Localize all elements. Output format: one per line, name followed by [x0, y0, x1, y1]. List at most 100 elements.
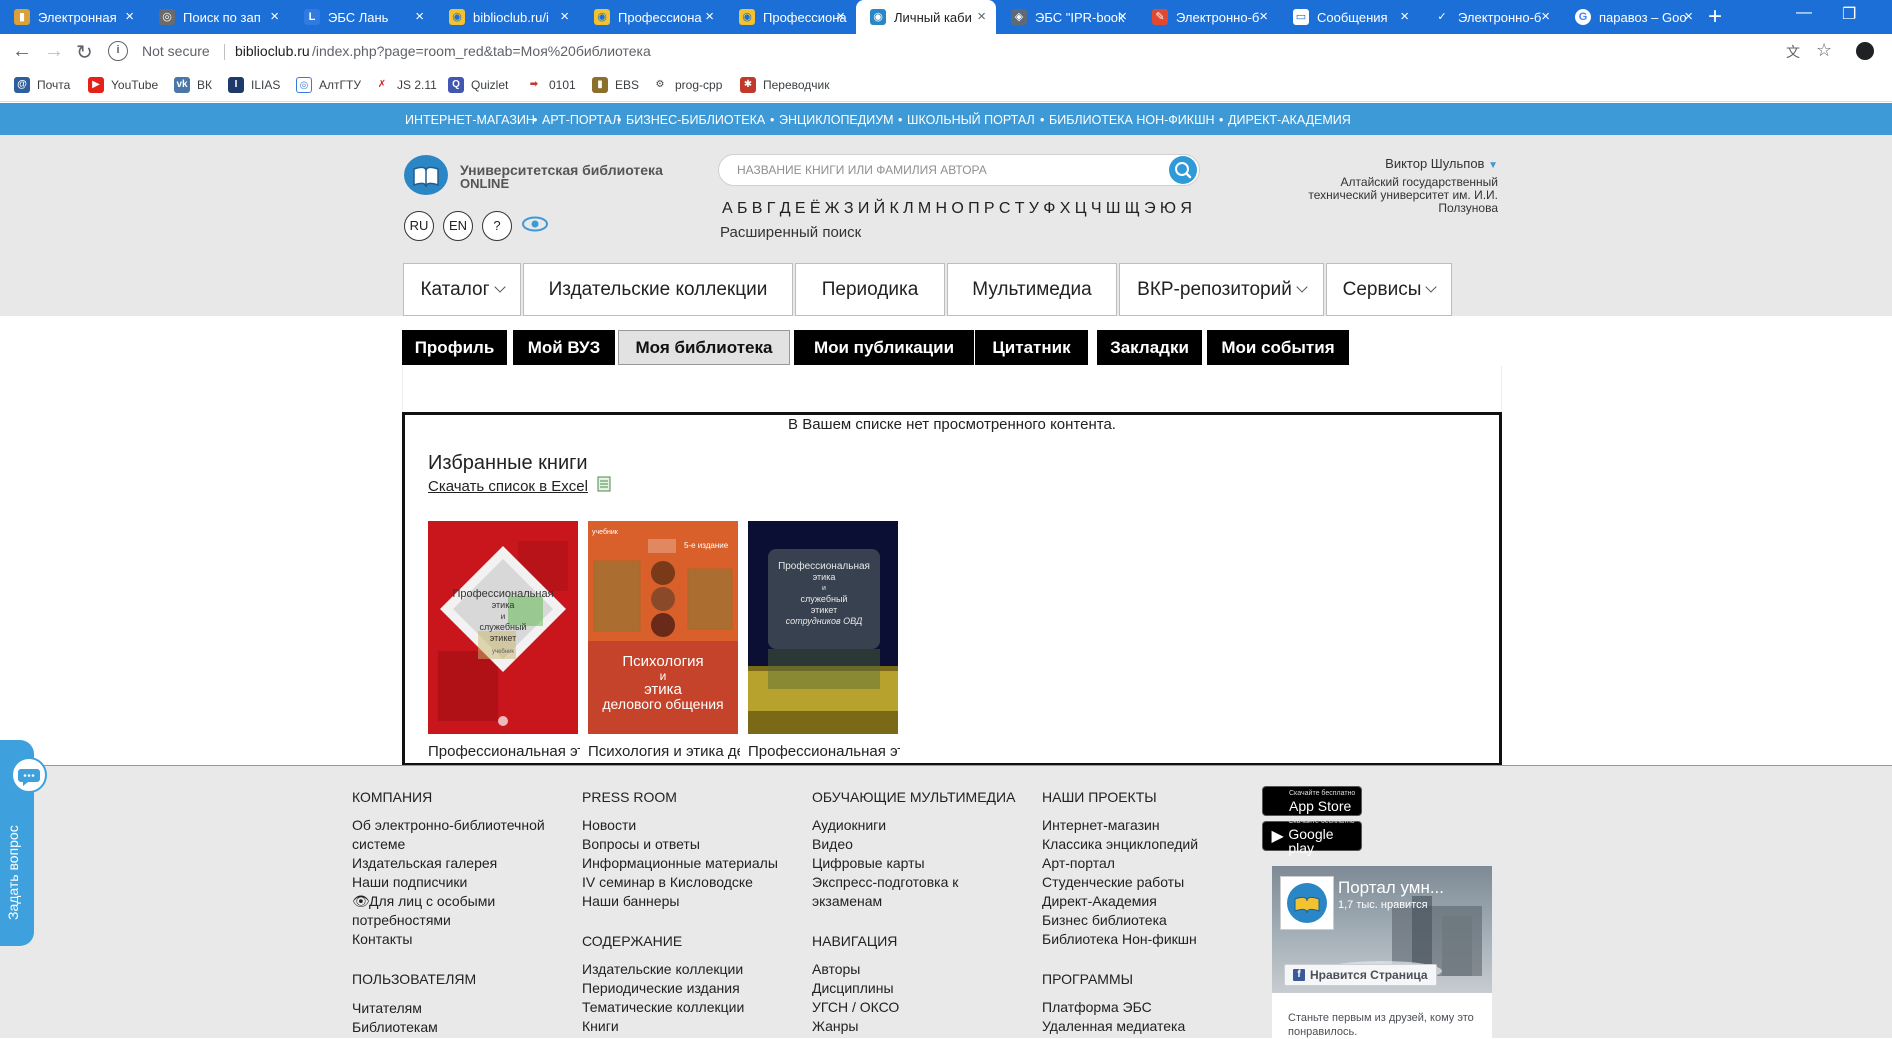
nav-catalog[interactable]: Каталог	[403, 263, 521, 316]
bookmark-translator[interactable]: ✱ Переводчик	[740, 77, 830, 93]
alphabet-letter[interactable]: Й	[874, 200, 886, 218]
close-icon[interactable]: ×	[1259, 8, 1268, 25]
alphabet-letter[interactable]: З	[844, 200, 854, 218]
nav-vkr-repository[interactable]: ВКР-репозиторий	[1119, 263, 1324, 316]
top-link-shop[interactable]: ИНТЕРНЕТ-МАГАЗИН	[405, 113, 535, 127]
star-icon[interactable]: ☆	[1816, 40, 1832, 61]
book-cover[interactable]: Профессиональная этика и служебный этике…	[428, 521, 578, 734]
close-icon[interactable]: ×	[125, 8, 134, 25]
close-icon[interactable]: ×	[270, 8, 279, 25]
footer-link[interactable]: Видео	[812, 836, 853, 852]
footer-link[interactable]: Издательская галерея	[352, 855, 497, 871]
footer-link[interactable]: Читателям	[352, 1000, 422, 1016]
footer-link[interactable]: Экспресс-подготовка к	[812, 874, 958, 890]
footer-link[interactable]: Дисциплины	[812, 980, 894, 996]
top-link-art[interactable]: АРТ-ПОРТАЛ	[542, 113, 620, 127]
alphabet-letter[interactable]: Р	[984, 200, 995, 218]
bookmark-ebs[interactable]: ▮ EBS	[592, 77, 639, 93]
nav-publisher-collections[interactable]: Издательские коллекции	[523, 263, 793, 316]
alphabet-letter[interactable]: Ж	[825, 200, 840, 218]
book-title[interactable]: Профессиональная этика и служебный этике…	[748, 743, 900, 760]
footer-link[interactable]: Библиотека Нон-фикшн	[1042, 931, 1197, 947]
footer-link[interactable]: Удаленная медиатека	[1042, 1018, 1185, 1034]
close-icon[interactable]: ×	[705, 8, 714, 25]
close-icon[interactable]: ×	[1118, 8, 1127, 25]
footer-link[interactable]: системе	[352, 836, 405, 852]
alphabet-letter[interactable]: Ч	[1091, 200, 1102, 218]
alphabet-letter[interactable]: П	[968, 200, 980, 218]
alphabet-letter[interactable]: В	[752, 200, 763, 218]
footer-link[interactable]: Интернет-магазин	[1042, 817, 1160, 833]
close-icon[interactable]: ×	[977, 8, 986, 25]
advanced-search-link[interactable]: Расширенный поиск	[720, 224, 861, 241]
close-icon[interactable]: ×	[415, 8, 424, 25]
footer-link[interactable]: Вопросы и ответы	[582, 836, 700, 852]
alphabet-letter[interactable]: Ф	[1043, 200, 1055, 218]
browser-tab[interactable]: ◉ Профессиона ×	[725, 0, 855, 34]
close-icon[interactable]: ×	[836, 8, 845, 25]
help-button[interactable]: ?	[482, 211, 512, 241]
close-icon[interactable]: ×	[1400, 8, 1409, 25]
browser-tab[interactable]: G паравоз – Goo ×	[1561, 0, 1703, 34]
nav-multimedia[interactable]: Мультимедиа	[947, 263, 1117, 316]
footer-link[interactable]: Библиотекам	[352, 1019, 438, 1035]
footer-link[interactable]: Издательские коллекции	[582, 961, 743, 977]
browser-tab[interactable]: ◉ Профессиона ×	[580, 0, 724, 34]
browser-tab[interactable]: ◉ biblioclub.ru/i ×	[435, 0, 579, 34]
book-cover[interactable]: учебник 5-е издание Психология и этика д…	[588, 521, 738, 734]
nav-services[interactable]: Сервисы	[1326, 263, 1452, 316]
bookmark-js[interactable]: ✗ JS 2.11	[374, 77, 437, 93]
alphabet-letter[interactable]: Ш	[1106, 200, 1121, 218]
alphabet-letter[interactable]: Э	[1144, 200, 1156, 218]
footer-link[interactable]: Тематические коллекции	[582, 999, 744, 1015]
fb-page-name[interactable]: Портал умн...	[1338, 878, 1488, 898]
alphabet-letter[interactable]: К	[889, 200, 898, 218]
footer-link[interactable]: Для лиц с особыми	[369, 893, 495, 909]
browser-tab[interactable]: ✓ Электронно-б ×	[1420, 0, 1560, 34]
footer-link[interactable]: Бизнес библиотека	[1042, 912, 1167, 928]
fb-page-avatar[interactable]	[1280, 876, 1334, 930]
alphabet-letter[interactable]: У	[1029, 200, 1039, 218]
browser-tab[interactable]: ▭ Сообщения ×	[1279, 0, 1419, 34]
translate-icon[interactable]: 文	[1786, 42, 1800, 62]
search-button[interactable]	[1169, 156, 1197, 184]
alphabet-letter[interactable]: Л	[903, 200, 914, 218]
bookmark-youtube[interactable]: ▶ YouTube	[88, 77, 158, 93]
tab-bookmarks[interactable]: Закладки	[1097, 330, 1202, 365]
close-icon[interactable]: ×	[1541, 8, 1550, 25]
eye-icon[interactable]	[522, 216, 548, 232]
url-path[interactable]: /index.php?page=room_red&tab=Моя%20библи…	[312, 43, 651, 59]
profile-avatar[interactable]	[1856, 42, 1874, 60]
fb-like-button[interactable]: f Нравится Страница	[1284, 964, 1437, 986]
lang-ru-button[interactable]: RU	[404, 211, 434, 241]
footer-link[interactable]: Наши баннеры	[582, 893, 679, 909]
footer-link[interactable]: экзаменам	[812, 893, 882, 909]
security-label[interactable]: Not secure	[142, 43, 210, 59]
reload-icon[interactable]: ↻	[76, 40, 93, 65]
alphabet-letter[interactable]: Г	[767, 200, 776, 218]
bookmark-quizlet[interactable]: Q Quizlet	[448, 77, 508, 93]
alphabet-letter[interactable]: Т	[1015, 200, 1025, 218]
bookmark-0101[interactable]: ➡ 0101	[526, 77, 576, 93]
bookmark-ilias[interactable]: I ILIAS	[228, 77, 280, 93]
download-excel-link[interactable]: Скачать список в Excel	[428, 478, 588, 495]
footer-link[interactable]: Жанры	[812, 1018, 858, 1034]
user-name-dropdown[interactable]: Виктор Шульпов ▼	[1300, 156, 1498, 171]
close-icon[interactable]: ×	[1684, 8, 1693, 25]
alphabet-letter[interactable]: Ц	[1075, 200, 1087, 218]
top-link-nonfiction[interactable]: БИБЛИОТЕКА НОН-ФИКШН	[1049, 113, 1215, 127]
book-title[interactable]: Профессиональная этика и служебный этике…	[428, 743, 580, 760]
top-link-direct[interactable]: ДИРЕКТ-АКАДЕМИЯ	[1228, 113, 1351, 127]
tab-profile[interactable]: Профиль	[402, 330, 507, 365]
browser-tab[interactable]: ▮ Электронная ×	[0, 0, 144, 34]
logo-subtitle[interactable]: ONLINE	[460, 176, 509, 191]
ask-question-label[interactable]: Задать вопрос	[5, 810, 29, 920]
tab-my-publications[interactable]: Мои публикации	[794, 330, 974, 365]
tab-my-university[interactable]: Мой ВУЗ	[513, 330, 615, 365]
footer-link[interactable]: Периодические издания	[582, 980, 740, 996]
back-arrow-icon[interactable]: ←	[12, 40, 32, 63]
alphabet-letter[interactable]: Е	[795, 200, 806, 218]
logo-book-icon[interactable]	[404, 155, 448, 195]
search-input[interactable]	[737, 155, 1157, 185]
footer-link[interactable]: Платформа ЭБС	[1042, 999, 1152, 1015]
